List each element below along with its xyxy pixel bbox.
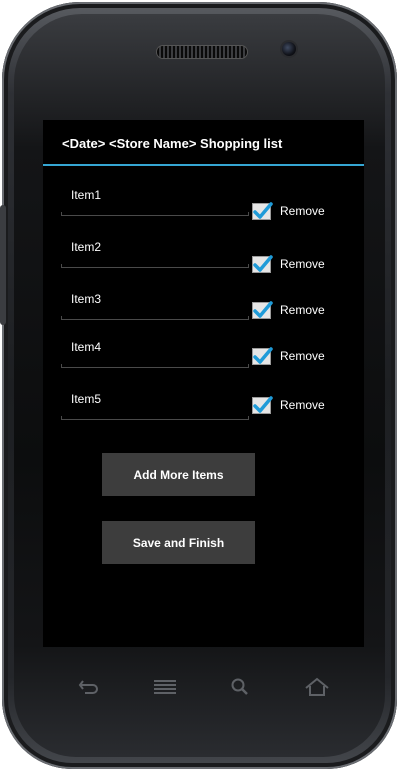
item-name-text: Item4	[71, 340, 102, 354]
remove-checkbox[interactable]	[252, 396, 273, 414]
list-item: Item2 Remove	[43, 238, 364, 288]
remove-checkbox[interactable]	[252, 255, 273, 273]
menu-icon[interactable]	[152, 676, 178, 698]
item-name-text: Item1	[71, 188, 102, 202]
title-divider	[43, 164, 364, 166]
checkmark-icon	[253, 202, 273, 219]
front-camera	[282, 42, 296, 56]
field-underline	[61, 364, 249, 368]
field-underline	[61, 212, 249, 216]
remove-label: Remove	[280, 257, 325, 271]
item-name-field[interactable]: Item2	[61, 238, 249, 268]
remove-label: Remove	[280, 398, 325, 412]
title-bar: <Date> <Store Name> Shopping list	[43, 120, 364, 166]
item-name-text: Item5	[71, 392, 102, 406]
checkmark-icon	[253, 301, 273, 318]
page-title: <Date> <Store Name> Shopping list	[62, 136, 283, 151]
remove-checkbox[interactable]	[252, 347, 273, 365]
checkmark-icon	[253, 255, 273, 272]
checkmark-icon	[253, 347, 273, 364]
remove-label: Remove	[280, 303, 325, 317]
earpiece-speaker	[157, 46, 247, 58]
home-icon[interactable]	[304, 676, 330, 698]
add-more-items-button[interactable]: Add More Items	[102, 453, 255, 496]
item-name-field[interactable]: Item4	[61, 338, 249, 368]
search-icon[interactable]	[229, 676, 251, 698]
item-name-field[interactable]: Item1	[61, 186, 249, 216]
list-item: Item5 Remove	[43, 390, 364, 440]
back-icon[interactable]	[77, 676, 101, 698]
field-underline	[61, 316, 249, 320]
checkmark-icon	[253, 396, 273, 413]
remove-label: Remove	[280, 349, 325, 363]
list-item: Item3 Remove	[43, 290, 364, 340]
remove-checkbox[interactable]	[252, 301, 273, 319]
remove-label: Remove	[280, 204, 325, 218]
list-item: Item1 Remove	[43, 186, 364, 236]
item-name-text: Item3	[71, 292, 102, 306]
save-and-finish-button[interactable]: Save and Finish	[102, 521, 255, 564]
remove-checkbox[interactable]	[252, 202, 273, 220]
list-item: Item4 Remove	[43, 338, 364, 388]
field-underline	[61, 264, 249, 268]
volume-button	[0, 205, 6, 325]
item-name-field[interactable]: Item5	[61, 390, 249, 420]
item-name-field[interactable]: Item3	[61, 290, 249, 320]
field-underline	[61, 416, 249, 420]
app-screen: <Date> <Store Name> Shopping list Item1 …	[43, 120, 364, 647]
item-name-text: Item2	[71, 240, 102, 254]
